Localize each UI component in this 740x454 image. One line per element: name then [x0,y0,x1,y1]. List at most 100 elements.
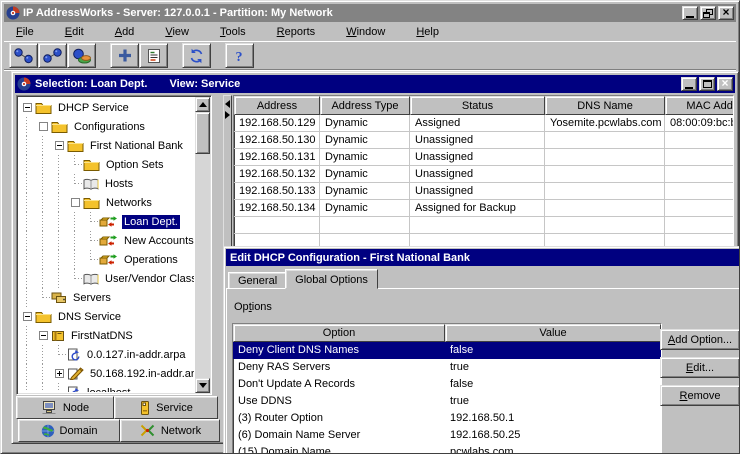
options-column-header-option[interactable]: Option [233,324,445,342]
cell [545,149,665,166]
menu-view[interactable]: View [157,24,197,40]
address-row[interactable]: 192.168.50.132DynamicUnassigned [234,166,733,183]
view-tab-network[interactable]: Network [120,419,220,442]
dialog-titlebar[interactable]: Edit DHCP Configuration - First National… [226,249,740,266]
address-row[interactable]: 192.168.50.130DynamicUnassigned [234,132,733,149]
edit-button[interactable]: Edit... [660,357,740,378]
tree-item-user-vendor-class[interactable]: User/Vendor Class [19,269,194,288]
minimize-button[interactable] [682,6,698,20]
option-row-6-domain-name-server[interactable]: (6) Domain Name Server192.168.50.25 [233,427,661,444]
tree-expander-box[interactable] [35,117,51,136]
tree-guide [19,212,35,231]
tree-item-loan-dept[interactable]: Loan Dept. [19,212,194,231]
column-header-address[interactable]: Address [234,96,320,115]
view-tab-service[interactable]: Service [114,396,218,419]
tree-item-configurations[interactable]: Configurations [19,117,194,136]
tree-guide [35,174,51,193]
option-value: true [445,359,661,376]
menu-reports[interactable]: Reports [269,24,324,40]
tree-item-hosts[interactable]: Hosts [19,174,194,193]
column-header-address-type[interactable]: Address Type [320,96,410,115]
main-titlebar[interactable]: IP AddressWorks - Server: 127.0.0.1 - Pa… [4,4,736,22]
tree-item-50-168-192-in-addr-arp[interactable]: 50.168.192.in-addr.arp [19,364,194,383]
scroll-up-button[interactable] [195,97,210,112]
tree-scrollbar[interactable] [195,97,210,393]
tree-item-dns-service[interactable]: DNS Service [19,307,194,326]
tree-guide [19,288,35,307]
globe-node-button[interactable] [67,43,96,68]
tree-item-first-national-bank[interactable]: First National Bank [19,136,194,155]
scroll-thumb[interactable] [195,112,210,154]
tree-guide [19,383,35,392]
tree-item-dhcp-service[interactable]: DHCP Service [19,98,194,117]
tree-expander-minus[interactable] [35,326,51,345]
restore-button[interactable] [700,6,716,20]
tree-connector [67,155,83,174]
splitter-collapse-left-icon[interactable] [225,100,230,108]
address-row[interactable]: 192.168.50.133DynamicUnassigned [234,183,733,200]
child-minimize-button[interactable] [681,77,697,91]
refresh-button[interactable] [182,43,211,68]
link-nodes-alt-button[interactable] [38,43,67,68]
tree-connector [67,174,83,193]
link-nodes-button[interactable] [9,43,38,68]
scroll-down-button[interactable] [195,378,210,393]
column-header-dns-name[interactable]: DNS Name [545,96,665,115]
tree-guide [35,212,51,231]
option-name: (6) Domain Name Server [233,427,445,444]
column-header-mac-address[interactable]: MAC Address [665,96,734,115]
tree-connector [51,345,67,364]
tree-item-label: FirstNatDNS [69,329,135,343]
view-tab-label: Domain [60,425,98,437]
cell: 192.168.50.131 [234,149,320,166]
column-header-status[interactable]: Status [410,96,545,115]
tree-expander-minus[interactable] [19,98,35,117]
tree-expander-minus[interactable] [51,136,67,155]
option-row-15-domain-name[interactable]: (15) Domain Namepcwlabs.com [233,444,661,454]
view-tab-node[interactable]: Node [16,396,114,419]
child-maximize-button[interactable] [699,77,715,91]
add-option-button[interactable]: Add Option... [660,329,740,350]
properties-button[interactable] [139,43,168,68]
address-row[interactable]: 192.168.50.129DynamicAssignedYosemite.pc… [234,115,733,132]
add-button[interactable] [110,43,139,68]
tree-item-networks[interactable]: Networks [19,193,194,212]
address-row[interactable]: 192.168.50.134DynamicAssigned for Backup [234,200,733,217]
option-row-don-t-update-a-records[interactable]: Don't Update A Recordsfalse [233,376,661,393]
menu-window[interactable]: Window [338,24,393,40]
tree-item-firstnatdns[interactable]: FirstNatDNS [19,326,194,345]
menu-add[interactable]: Add [107,24,143,40]
tree-item-operations[interactable]: Operations [19,250,194,269]
splitter-collapse-right-icon[interactable] [225,111,230,119]
tree-item-new-accounts[interactable]: New Accounts [19,231,194,250]
servers-icon [51,291,67,304]
menu-tools[interactable]: Tools [212,24,254,40]
options-column-header-value[interactable]: Value [445,324,661,342]
child-close-button[interactable]: × [717,77,733,91]
close-button[interactable]: × [718,6,734,20]
menu-edit[interactable]: Edit [57,24,92,40]
help-button[interactable]: ? [225,43,254,68]
menu-help[interactable]: Help [408,24,447,40]
dialog-buttons: Add Option... Edit... Remove [660,329,740,406]
dialog-tab-general[interactable]: General [228,272,287,289]
tree-item-localhost[interactable]: localhost [19,383,194,392]
option-row-deny-ras-servers[interactable]: Deny RAS Serverstrue [233,359,661,376]
option-row-use-ddns[interactable]: Use DDNStrue [233,393,661,410]
tree-item-servers[interactable]: Servers [19,288,194,307]
dialog-tab-global-options[interactable]: Global Options [285,269,378,289]
option-value: false [445,376,661,393]
remove-button[interactable]: Remove [660,385,740,406]
option-row-deny-client-dns-names[interactable]: Deny Client DNS Namesfalse [233,342,661,359]
tree-item-option-sets[interactable]: Option Sets [19,155,194,174]
tree-expander-minus[interactable] [19,307,35,326]
option-row-3-router-option[interactable]: (3) Router Option192.168.50.1 [233,410,661,427]
menu-file[interactable]: File [8,24,42,40]
tree-expander-box[interactable] [67,193,83,212]
tree-expander-plus[interactable] [51,364,67,383]
child-titlebar[interactable]: Selection: Loan Dept. View: Service × [15,75,735,93]
tree-item-label: 50.168.192.in-addr.arp [88,367,194,381]
view-tab-domain[interactable]: Domain [18,419,120,442]
tree-item-0-0-127-in-addr-arpa[interactable]: 0.0.127.in-addr.arpa [19,345,194,364]
address-row[interactable]: 192.168.50.131DynamicUnassigned [234,149,733,166]
